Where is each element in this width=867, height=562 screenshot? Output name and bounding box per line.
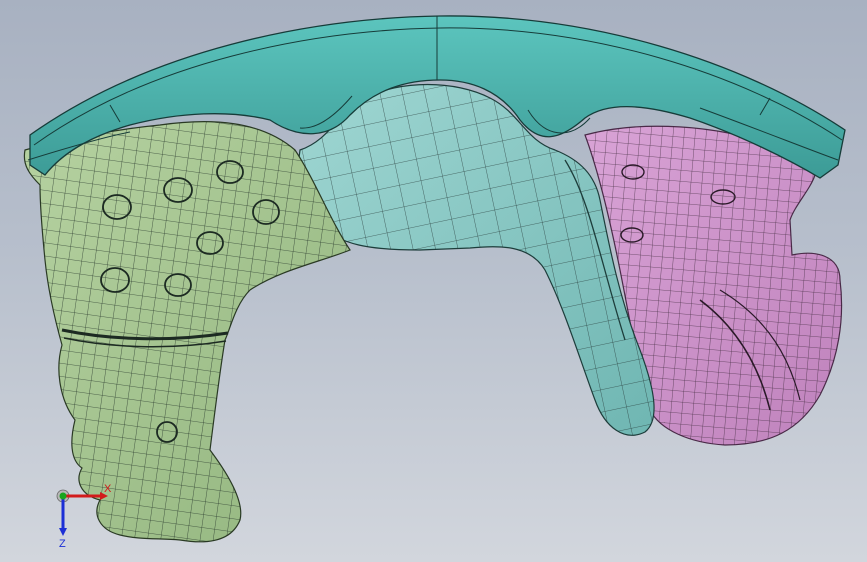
left-part[interactable] [23, 121, 351, 543]
triad-z-label: Z [59, 538, 66, 550]
triad-y-axis [59, 492, 67, 500]
triad-z-arrow [59, 528, 67, 536]
model-view[interactable] [0, 0, 867, 562]
graphics-viewport[interactable]: X Z [0, 0, 867, 562]
triad-x-label: X [104, 483, 112, 495]
reference-triad: X Z [48, 480, 118, 550]
